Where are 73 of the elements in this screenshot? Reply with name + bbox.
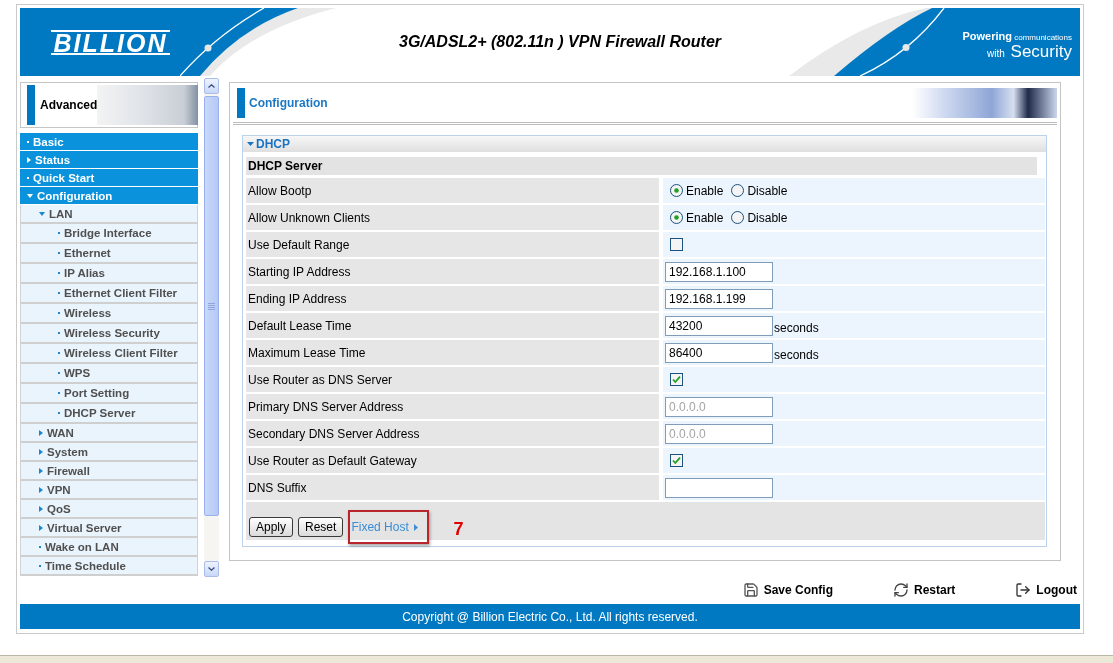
radio-button[interactable] [731,184,745,197]
menu-item[interactable]: Time Schedule [20,557,198,576]
menu-item[interactable]: WPS [20,364,198,384]
field-label: Maximum Lease Time [246,340,659,365]
input-field[interactable]: 43200 [665,315,773,336]
menu-item[interactable]: Port Setting [20,384,198,404]
input-field[interactable]: 192.168.1.199 [665,288,773,309]
radio-label[interactable]: Enable [686,210,724,225]
grip-icon [208,302,215,310]
input-field[interactable]: 192.168.1.100 [665,261,773,282]
menu-item[interactable]: QoS [20,500,198,519]
checkbox[interactable] [670,238,683,251]
menu-item[interactable]: DHCP Server [20,404,198,424]
menu-item[interactable]: Bridge Interface [20,224,198,244]
input-field[interactable] [665,477,773,498]
radio-label[interactable]: Disable [747,183,788,198]
field-label: Allow Bootp [246,178,659,203]
section-header[interactable]: DHCP [243,136,1046,152]
field-label: Default Lease Time [246,313,659,338]
checkbox[interactable] [670,373,683,386]
menu-item[interactable]: Wireless [20,304,198,324]
field-label: Starting IP Address [246,259,659,284]
field-label: Secondary DNS Server Address [246,421,659,446]
brand-logo: BILLION [50,29,170,55]
field-label: Ending IP Address [246,286,659,311]
banner-title: 3G/ADSL2+ (802.11n ) VPN Firewall Router [399,33,721,51]
accent-bar [237,87,245,118]
unit-label: seconds [774,321,819,335]
save-config-link[interactable]: Save Config [742,582,833,598]
chevron-up-icon [208,84,215,88]
menu-item[interactable]: IP Alias [20,264,198,284]
menu-item[interactable]: WAN [20,424,198,443]
radio-button[interactable] [670,184,683,197]
page-title: Configuration [249,95,328,110]
radio-button[interactable] [670,211,683,224]
radio-button[interactable] [731,211,745,224]
field-label: DNS Suffix [246,475,659,500]
field-label: Use Default Range [246,232,659,257]
menu-item[interactable]: Firewall [20,462,198,481]
field-label: Primary DNS Server Address [246,394,659,419]
radio-label[interactable]: Disable [747,210,788,225]
unit-label: seconds [774,348,819,362]
menu-item[interactable]: Wireless Client Filter [20,344,198,364]
menu-item[interactable]: Ethernet [20,244,198,264]
chevron-down-icon [208,567,215,571]
logout-icon [1015,582,1032,598]
scroll-up-button[interactable] [204,78,219,94]
reset-button[interactable]: Reset [298,517,344,537]
field-label: Use Router as DNS Server [246,367,659,392]
annotation-number: 7 [453,519,464,540]
accent-bar [27,85,35,125]
menu-item[interactable]: Wake on LAN [20,538,198,557]
menu-item[interactable]: Virtual Server [20,519,198,538]
menu-item[interactable]: LAN [20,205,198,224]
slogan-text: Powering communications with Security [962,30,1072,62]
caret-right-icon [413,523,418,531]
input-field[interactable]: 86400 [665,342,773,363]
restart-link[interactable]: Restart [893,582,956,598]
menu-item[interactable]: VPN [20,481,198,500]
menu-item[interactable]: Wireless Security [20,324,198,344]
refresh-arrows-icon [893,582,909,598]
scroll-down-button[interactable] [204,561,219,577]
menu-item[interactable]: Ethernet Client Filter [20,284,198,304]
sidebar-title: Advanced [40,98,98,112]
field-label: Use Router as Default Gateway [246,448,659,473]
checkbox[interactable] [670,454,683,467]
radio-label[interactable]: Enable [686,183,724,198]
field-label: Allow Unknown Clients [246,205,659,230]
apply-button[interactable]: Apply [249,517,294,537]
menu-item[interactable]: System [20,443,198,462]
copyright-bar: Copyright @ Billion Electric Co., Ltd. All rights reserved. [20,604,1080,629]
section-subtitle: DHCP Server [246,157,1037,175]
logout-link[interactable]: Logout [1015,582,1077,598]
